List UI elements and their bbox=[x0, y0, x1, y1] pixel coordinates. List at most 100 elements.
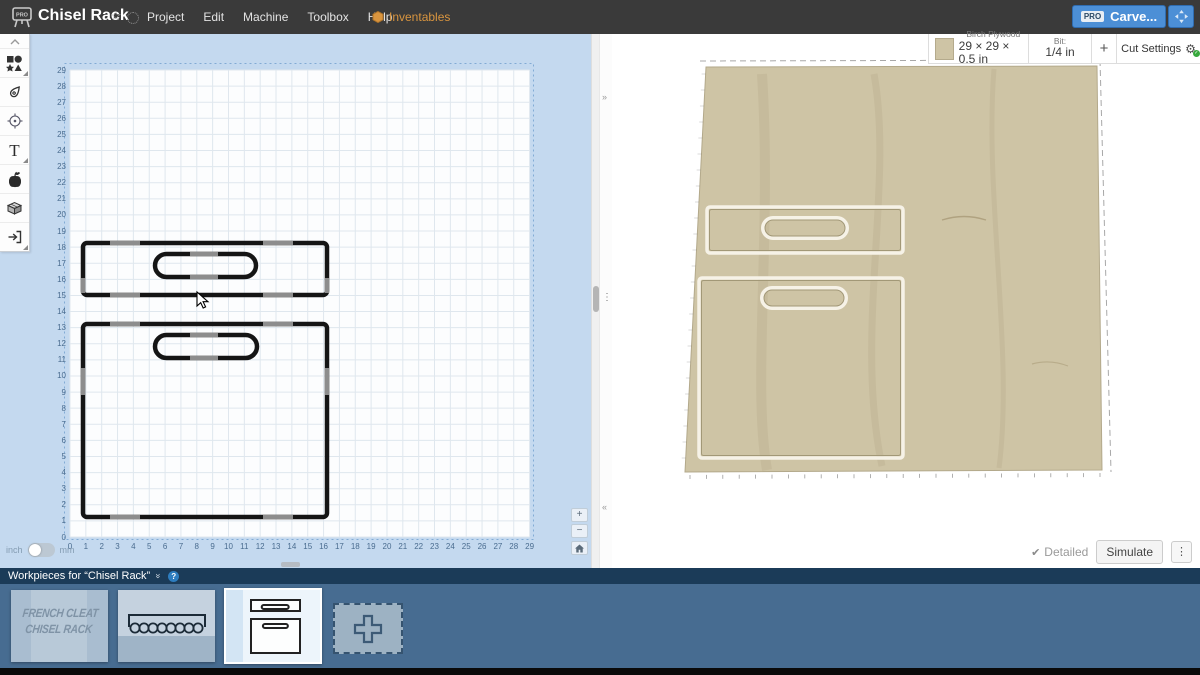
thumb-band bbox=[226, 590, 243, 662]
shapes-icon bbox=[6, 55, 23, 72]
collapse-left-icon[interactable]: « bbox=[602, 502, 607, 512]
ruler-y-label: 19 bbox=[42, 227, 66, 236]
ruler-y-label: 6 bbox=[42, 436, 66, 445]
home-icon bbox=[575, 544, 584, 553]
collapse-workpieces-icon[interactable]: » bbox=[154, 573, 164, 578]
ruler-y-label: 2 bbox=[42, 500, 66, 509]
ruler-y-label: 14 bbox=[42, 307, 66, 316]
ruler-y-label: 23 bbox=[42, 162, 66, 171]
menu: ProjectEditMachineToolboxHelp bbox=[147, 0, 392, 34]
thumb-slot bbox=[262, 623, 288, 629]
simulate-button[interactable]: Simulate bbox=[1096, 540, 1163, 564]
add-bit-button[interactable]: + bbox=[1092, 34, 1117, 63]
unit-toggle-group: inch mm bbox=[6, 543, 75, 557]
material-swatch bbox=[935, 38, 954, 60]
horizontal-scrollbar-thumb[interactable] bbox=[281, 562, 300, 567]
ruler-y-label: 5 bbox=[42, 452, 66, 461]
plus-icon bbox=[351, 612, 385, 646]
carve-label: Carve... bbox=[1110, 9, 1157, 24]
ruler-y-label: 12 bbox=[42, 339, 66, 348]
green-check-icon: ✓ bbox=[1193, 50, 1200, 57]
carve-button[interactable]: PRO Carve... bbox=[1072, 5, 1166, 28]
workpiece-thumb-current-selected[interactable] bbox=[224, 588, 322, 664]
workpiece-thumb-cleat-profile[interactable] bbox=[118, 590, 215, 662]
menu-item-project[interactable]: Project bbox=[147, 10, 184, 24]
canvas-vertical-scrollbar[interactable] bbox=[591, 34, 599, 568]
ruler-y-label: 17 bbox=[42, 259, 66, 268]
unit-mm-label[interactable]: mm bbox=[60, 545, 75, 555]
workpieces-tray: FRENCH CLEAT CHISEL RACK bbox=[0, 584, 1200, 668]
cut-settings-button[interactable]: Cut Settings ⚙✓ bbox=[1117, 34, 1200, 63]
inventables-label: Inventables bbox=[389, 10, 450, 24]
check-icon: ✔ bbox=[1031, 546, 1040, 559]
design-canvas[interactable]: 0011223344556677889910101111121213131414… bbox=[0, 34, 600, 568]
shapes-tool-button[interactable] bbox=[0, 48, 29, 77]
design-library-button[interactable] bbox=[0, 164, 29, 193]
workpieces-title: Workpieces for “Chisel Rack” bbox=[8, 570, 150, 582]
ruler-y-label: 8 bbox=[42, 404, 66, 413]
ruler-y-label: 3 bbox=[42, 484, 66, 493]
pen-tool-button[interactable] bbox=[0, 77, 29, 106]
workpiece-thumb-french-cleat[interactable]: FRENCH CLEAT CHISEL RACK bbox=[11, 590, 108, 662]
panel-divider[interactable]: » ⋮ « bbox=[599, 34, 612, 568]
ruler-y-label: 11 bbox=[42, 355, 66, 364]
easel-app: PRO Chisel Rack ☆ ProjectEditMachineTool… bbox=[0, 0, 1200, 675]
preview-menu-button[interactable]: ⋮ bbox=[1171, 541, 1192, 563]
sync-spinner-icon bbox=[127, 12, 139, 24]
zoom-out-button[interactable]: − bbox=[571, 524, 588, 538]
ruler-y-label: 29 bbox=[42, 66, 66, 75]
import-tool-button[interactable] bbox=[0, 222, 29, 251]
jog-arrows-icon bbox=[1174, 9, 1189, 24]
unit-toggle[interactable] bbox=[28, 543, 55, 557]
favorite-star-icon[interactable]: ☆ bbox=[110, 8, 122, 24]
toolbar-collapse-button[interactable] bbox=[0, 34, 29, 48]
thumb-shape-large bbox=[250, 618, 302, 654]
import-icon bbox=[7, 229, 23, 245]
bottom-black-bar bbox=[0, 668, 1200, 675]
ruler-x-label: 29 bbox=[520, 542, 540, 551]
ruler-y-label: 28 bbox=[42, 82, 66, 91]
help-icon[interactable]: ? bbox=[168, 571, 179, 582]
material-tool-button[interactable] bbox=[0, 193, 29, 222]
bit-value: 1/4 in bbox=[1045, 46, 1074, 60]
ruler-y-label: 10 bbox=[42, 371, 66, 380]
ruler-y-label: 16 bbox=[42, 275, 66, 284]
detailed-toggle[interactable]: ✔ Detailed bbox=[1031, 545, 1088, 559]
detailed-label: Detailed bbox=[1044, 545, 1088, 559]
easel-pro-logo-icon: PRO bbox=[10, 6, 34, 28]
ruler-y-label: 20 bbox=[42, 210, 66, 219]
chevron-up-icon bbox=[10, 38, 20, 45]
ruler-y-label: 13 bbox=[42, 323, 66, 332]
ruler-y-label: 15 bbox=[42, 291, 66, 300]
ruler-y-label: 9 bbox=[42, 388, 66, 397]
thumb-label-line1: FRENCH CLEAT bbox=[18, 605, 102, 621]
material-info-button[interactable]: Birch Plywood 29 × 29 × 0.5 in bbox=[929, 34, 1029, 63]
jog-machine-button[interactable] bbox=[1168, 5, 1194, 28]
menu-item-edit[interactable]: Edit bbox=[203, 10, 224, 24]
inventables-link[interactable]: Inventables bbox=[372, 10, 450, 24]
add-workpiece-button[interactable] bbox=[333, 603, 403, 654]
toggle-knob bbox=[29, 544, 41, 556]
svg-text:PRO: PRO bbox=[16, 13, 29, 19]
unit-inch-label[interactable]: inch bbox=[6, 545, 23, 555]
menu-item-machine[interactable]: Machine bbox=[243, 10, 288, 24]
pen-nib-icon bbox=[7, 84, 23, 100]
ruler-y-label: 4 bbox=[42, 468, 66, 477]
text-tool-button[interactable]: T bbox=[0, 135, 29, 164]
pro-badge: PRO bbox=[1081, 11, 1104, 22]
ruler-y-label: 27 bbox=[42, 98, 66, 107]
origin-crosshair-icon bbox=[7, 113, 23, 129]
menu-item-toolbox[interactable]: Toolbox bbox=[307, 10, 348, 24]
expand-right-icon[interactable]: » bbox=[602, 92, 607, 102]
ruler-y-label: 18 bbox=[42, 243, 66, 252]
ruler-y-label: 7 bbox=[42, 420, 66, 429]
zoom-in-button[interactable]: + bbox=[571, 508, 588, 522]
carve-preview-panel[interactable]: Birch Plywood 29 × 29 × 0.5 in Bit: 1/4 … bbox=[612, 34, 1200, 568]
origin-tool-button[interactable] bbox=[0, 106, 29, 135]
zoom-home-button[interactable] bbox=[571, 541, 588, 555]
bit-info-button[interactable]: Bit: 1/4 in bbox=[1029, 34, 1092, 63]
workpieces-header: Workpieces for “Chisel Rack” » ? bbox=[0, 568, 1200, 584]
apple-icon bbox=[7, 171, 23, 188]
divider-drag-handle[interactable]: ⋮ bbox=[602, 292, 612, 303]
material-dimensions: 29 × 29 × 0.5 in bbox=[959, 40, 1028, 68]
